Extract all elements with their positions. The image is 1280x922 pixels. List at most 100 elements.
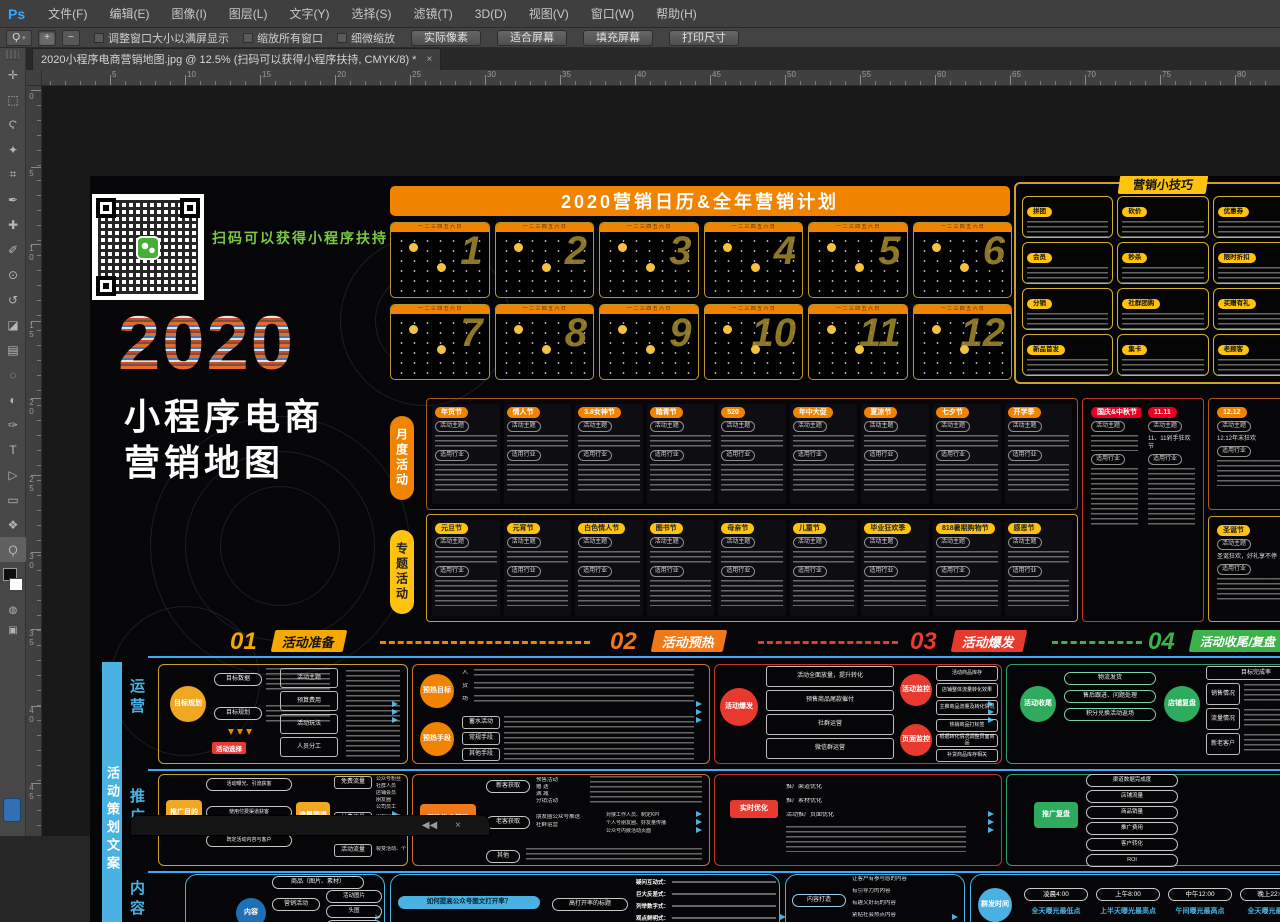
ruler-label: 30 [487,70,496,79]
checkbox-icon [94,33,104,43]
color-swatches[interactable] [0,566,25,600]
healing-brush-tool[interactable]: ✚ [0,212,26,237]
menu-select[interactable]: 选择(S) [340,0,402,28]
pen-tool[interactable]: ✑ [0,412,26,437]
row-label-content: 内容 [126,880,147,920]
menu-layer[interactable]: 图层(L) [218,0,279,28]
fit-screen-button[interactable]: 适合屏幕 [497,30,567,46]
print-size-button[interactable]: 打印尺寸 [669,30,739,46]
resize-windows-checkbox[interactable]: 调整窗口大小以满屏显示 [94,30,229,46]
screen-mode-button[interactable]: ▣ [0,620,26,640]
zoom-tool[interactable]: Ϙ [0,537,26,562]
ruler-label: 25 [27,475,36,493]
tip-card: 买赠有礼 [1213,288,1280,330]
blur-tool[interactable]: ◌ [0,362,26,387]
calendar-month: 一 二 三 四 五 六 日6 [913,222,1013,298]
ruler-label: 5 [27,169,36,178]
tip-card: 会员 [1022,242,1113,284]
rewind-icon[interactable]: ◀◀ [422,820,437,831]
menu-file[interactable]: 文件(F) [37,0,98,28]
menu-view[interactable]: 视图(V) [518,0,580,28]
clone-stamp-tool[interactable]: ⊙ [0,262,26,287]
poster-image: 扫码可以获得小程序扶持 2020 小程序电商 营销地图 2020营销日历&全年营… [90,176,1280,922]
ruler-label: 40 [27,706,36,724]
gradient-tool[interactable]: ▤ [0,337,26,362]
node-content-build: 内容打造 [792,894,846,907]
ruler-label: 45 [27,783,36,801]
ruler-label: 60 [937,70,946,79]
checkbox-icon [243,33,253,43]
ruler-label: 20 [337,70,346,79]
history-brush-tool[interactable]: ↺ [0,287,26,312]
phase-number: 04 [1148,628,1175,656]
document-tab[interactable]: 2020小程序电商营销地图.jpg @ 12.5% (扫码可以获得小程序扶持, … [32,48,441,70]
canvas-area: 扫码可以获得小程序扶持 2020 小程序电商 营销地图 2020营销日历&全年营… [42,86,1280,836]
calendar-month: 一 二 三 四 五 六 日8 [495,304,595,380]
dodge-tool[interactable]: ◐ [0,387,26,412]
background-color-swatch[interactable] [9,578,23,591]
photoshop-logo: Ps [0,6,37,22]
rectangular-marquee-tool[interactable]: ⬚ [0,87,26,112]
actual-pixels-button[interactable]: 实际像素 [411,30,481,46]
menu-image[interactable]: 图像(I) [160,0,217,28]
ruler-label: 5 [112,70,116,79]
vertical-ruler: 0 5 10 15 20 25 30 35 40 45 [26,86,42,836]
zoom-tool-preset[interactable]: Ϙ ▾ [6,30,32,46]
magic-wand-tool[interactable]: ✦ [0,137,26,162]
node-promo-review: 推广复盘 [1034,802,1078,828]
zoom-all-windows-checkbox[interactable]: 缩放所有窗口 [243,30,323,46]
node-realtime-optimize: 实时优化 [730,800,778,818]
phase-number: 01 [230,628,257,656]
toolbox-header[interactable] [6,50,19,60]
eraser-tool[interactable]: ◪ [0,312,26,337]
zoom-in-button[interactable]: + [38,30,56,46]
calendar-month: 一 二 三 四 五 六 日12 [913,304,1013,380]
menu-window[interactable]: 窗口(W) [580,0,645,28]
mini-bridge-icon[interactable] [3,798,21,822]
qr-code [92,194,204,300]
close-tab-icon[interactable]: × [426,50,432,70]
document-title: 2020小程序电商营销地图.jpg @ 12.5% (扫码可以获得小程序扶持, … [41,50,416,70]
menu-edit[interactable]: 编辑(E) [98,0,160,28]
menu-3d[interactable]: 3D(D) [464,0,518,28]
options-bar: Ϙ ▾ + − 调整窗口大小以满屏显示 缩放所有窗口 细微缩放 实际像素 适合屏… [0,28,1280,48]
zoom-out-button[interactable]: − [62,30,80,46]
zoom-tool-icon: Ϙ [12,32,20,43]
close-icon[interactable]: × [455,820,461,831]
hand-tool[interactable]: ❖ [0,512,26,537]
node-warmup-means: 预热手段 [420,722,454,756]
menu-help[interactable]: 帮助(H) [645,0,708,28]
ruler-label: 75 [1162,70,1171,79]
tip-card: 新品首发 [1022,334,1113,376]
tip-card: 老顾客 [1213,334,1280,376]
checkbox-icon [337,33,347,43]
scrubby-zoom-checkbox[interactable]: 细微缩放 [337,30,395,46]
brush-tool[interactable]: ✐ [0,237,26,262]
crop-tool[interactable]: ⌗ [0,162,26,187]
menu-type[interactable]: 文字(Y) [278,0,340,28]
type-tool[interactable]: T [0,437,26,462]
topic-cards: 元旦节活动主题适用行业 元宵节活动主题适用行业 白色情人节活动主题适用行业 图书… [426,514,1078,622]
poster-title-line1: 小程序电商 [124,388,324,440]
ruler-label: 35 [562,70,571,79]
quick-mask-button[interactable]: ◍ [0,600,26,620]
shape-tool[interactable]: ▭ [0,487,26,512]
xmas-card: 圣诞节 活动主题 圣诞狂欢，好礼享不停 适用行业 [1208,516,1280,622]
lasso-tool[interactable]: Ϛ [0,112,26,137]
move-tool[interactable]: ✛ [0,62,26,87]
wechat-icon [136,236,160,260]
plan-side-label: 活动策划文案 [102,662,122,922]
menu-bar: Ps 文件(F) 编辑(E) 图像(I) 图层(L) 文字(Y) 选择(S) 滤… [0,0,1280,28]
eyedropper-tool[interactable]: ✒ [0,187,26,212]
fill-screen-button[interactable]: 填充屏幕 [583,30,653,46]
mini-floating-bar: ◀◀ × [130,815,490,836]
menu-filter[interactable]: 滤镜(T) [402,0,463,28]
calendar-month: 一 二 三 四 五 六 日1 [390,222,490,298]
document-tab-bar: 2020小程序电商营销地图.jpg @ 12.5% (扫码可以获得小程序扶持, … [26,48,1280,70]
path-selection-tool[interactable]: ▷ [0,462,26,487]
row-label-operations: 运营 [126,678,147,718]
ruler-label: 25 [412,70,421,79]
ruler-label: 80 [1237,70,1246,79]
node-shop-review: 店铺复盘 [1164,686,1200,722]
scan-tip-text: 扫码可以获得小程序扶持 [212,228,388,248]
